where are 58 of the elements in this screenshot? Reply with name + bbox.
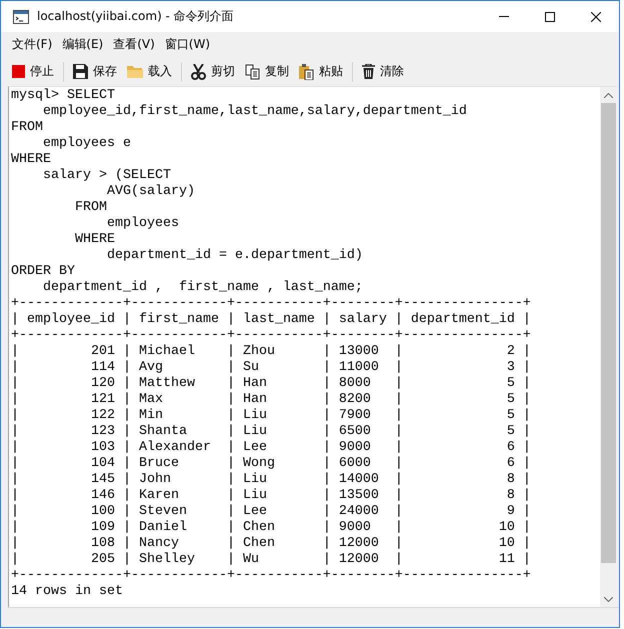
console-line: | 114 | Avg | Su | 11000 | 3 | bbox=[11, 360, 531, 376]
menu-item[interactable]: 窗口(W) bbox=[160, 36, 216, 53]
save-icon bbox=[73, 64, 88, 79]
console-line: employee_id,first_name,last_name,salary,department_id bbox=[42, 104, 467, 120]
scroll-up-icon[interactable] bbox=[604, 92, 613, 98]
toolbar-button[interactable]: 保存 bbox=[68, 63, 122, 80]
scroll-down-icon[interactable] bbox=[604, 596, 613, 602]
trash-icon bbox=[362, 64, 375, 79]
terminal-icon bbox=[13, 10, 29, 24]
toolbar-button[interactable]: 清除 bbox=[357, 63, 409, 80]
console-line: department_id = e.department_id) bbox=[106, 248, 363, 264]
console-line: | 103 | Alexander | Lee | 9000 | 6 | bbox=[11, 440, 531, 456]
console-line: | 120 | Matthew | Han | 8000 | 5 | bbox=[11, 376, 531, 392]
console-line: FROM bbox=[74, 200, 107, 216]
console-line: | 100 | Steven | Lee | 24000 | 9 | bbox=[11, 504, 531, 520]
menu-item[interactable]: 编辑(E) bbox=[57, 36, 108, 53]
console-line: mysql> SELECT bbox=[11, 88, 115, 104]
console-line: salary > (SELECT bbox=[42, 168, 171, 184]
menu-item[interactable]: 查看(V) bbox=[108, 36, 160, 53]
folder-icon bbox=[127, 65, 143, 78]
console-line: +-------------+------------+-----------+--------+---------------+ bbox=[11, 296, 531, 312]
console-line: | 121 | Max | Han | 8200 | 5 | bbox=[11, 392, 531, 408]
console-line: | 201 | Michael | Zhou | 13000 | 2 | bbox=[11, 344, 531, 360]
toolbar-button[interactable]: 粘贴 bbox=[294, 63, 348, 80]
console-line: | 146 | Karen | Liu | 13500 | 8 | bbox=[11, 488, 531, 504]
toolbar-button[interactable]: 停止 bbox=[7, 63, 59, 80]
console-line: | 122 | Min | Liu | 7900 | 5 | bbox=[11, 408, 531, 424]
console-line: AVG(salary) bbox=[106, 184, 195, 200]
paste-icon bbox=[299, 64, 314, 80]
minimize-icon bbox=[499, 16, 509, 17]
window-title: localhost(yiibai.com) - 命令列介面 bbox=[37, 8, 235, 25]
scissors-icon bbox=[191, 64, 206, 80]
console-line: WHERE bbox=[11, 152, 51, 168]
console-line: | 104 | Bruce | Wong | 6000 | 6 | bbox=[11, 456, 531, 472]
console-line: employees bbox=[106, 216, 179, 232]
console-line: employees e bbox=[42, 136, 131, 152]
stop-icon bbox=[12, 65, 25, 78]
toolbar-button[interactable]: 复制 bbox=[240, 63, 294, 80]
toolbar-button[interactable]: 载入 bbox=[122, 63, 177, 80]
console-line: | 109 | Daniel | Chen | 9000 | 10 | bbox=[11, 520, 531, 536]
console-line: | 205 | Shelley | Wu | 12000 | 11 | bbox=[11, 552, 531, 568]
close-icon bbox=[591, 12, 601, 22]
console-line: | employee_id | first_name | last_name | salary | department_id | bbox=[11, 312, 531, 328]
console-line: +-------------+------------+-----------+--------+---------------+ bbox=[11, 328, 531, 344]
maximize-icon bbox=[545, 12, 555, 22]
console-line: 14 rows in set bbox=[11, 584, 123, 600]
console-line: | 123 | Shanta | Liu | 6500 | 5 | bbox=[11, 424, 531, 440]
toolbar-button[interactable]: 剪切 bbox=[186, 63, 240, 80]
console-line: ORDER BY bbox=[11, 264, 75, 280]
console-line: | 108 | Nancy | Chen | 12000 | 10 | bbox=[11, 536, 531, 552]
scrollbar-thumb[interactable] bbox=[601, 103, 616, 563]
console-line: +-------------+------------+-----------+--------+---------------+ bbox=[11, 568, 531, 584]
console-line: | 145 | John | Liu | 14000 | 8 | bbox=[11, 472, 531, 488]
console-line: FROM bbox=[11, 120, 43, 136]
console-line: department_id , first_name , last_name; bbox=[42, 280, 363, 296]
copy-icon bbox=[245, 64, 260, 80]
console-line: WHERE bbox=[74, 232, 115, 248]
menu-item[interactable]: 文件(F) bbox=[7, 36, 58, 53]
